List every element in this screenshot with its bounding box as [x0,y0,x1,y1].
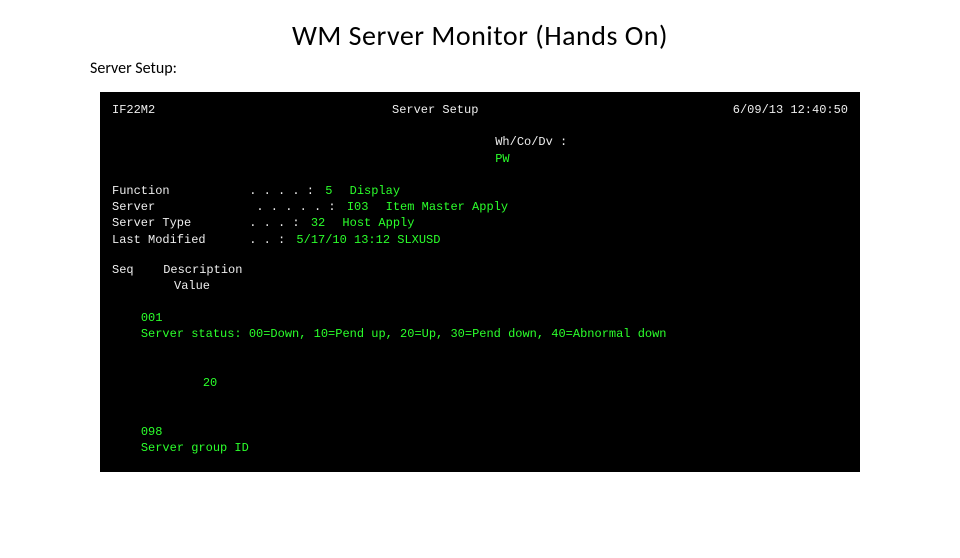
col-value: Value [112,278,210,294]
table-row-value: 20 [112,359,848,408]
desc: Server group ID [141,440,249,456]
table-header: Seq Description [112,262,848,278]
screen-title: Server Setup [332,102,652,118]
context-label: Wh/Co/Dv : [495,135,567,149]
col-seq: Seq [112,262,156,278]
value: 20 [141,375,217,391]
slide-subtitle: Server Setup: [90,59,960,78]
server-value: I03 [343,199,369,215]
program-id: IF22M2 [112,102,332,118]
function-desc: Display [340,183,400,199]
server-type-desc: Host Apply [332,215,414,231]
last-modified-value: 5/17/10 13:12 SLXUSD [292,232,440,248]
table-row: 098 Server group ID [112,407,848,472]
slide-title: WM Server Monitor (Hands On) [0,18,960,53]
server-type-value: 32 [307,215,325,231]
col-description: Description [163,262,242,278]
table-row: 001 Server status: 00=Down, 10=Pend up, … [112,294,848,359]
field-server-type: Server Type . . . : 32 Host Apply [112,215,848,231]
field-last-modified: Last Modified . . : 5/17/10 13:12 SLXUSD [112,232,848,248]
context-value: PW [495,152,509,166]
screen-datetime: 6/09/13 12:40:50 [652,102,848,118]
field-function: Function . . . . : 5 Display [112,183,848,199]
seq: 001 [141,310,185,326]
desc: Server status: 00=Down, 10=Pend up, 20=U… [141,326,667,342]
function-value: 5 [321,183,332,199]
field-server: Server . . . . . : I03 Item Master Apply [112,199,848,215]
terminal-screen: IF22M2 Server Setup 6/09/13 12:40:50 Wh/… [100,92,860,472]
seq: 098 [141,424,185,440]
server-desc: Item Master Apply [376,199,508,215]
